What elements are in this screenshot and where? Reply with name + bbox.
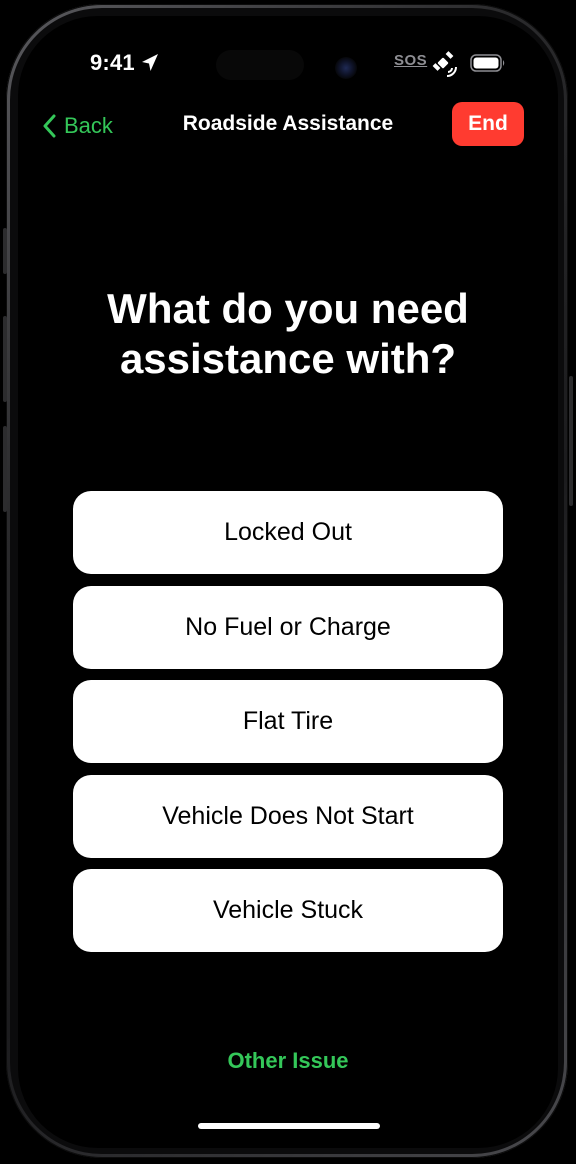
option-locked-out-button[interactable]: Locked Out <box>73 491 503 574</box>
location-arrow-icon <box>142 54 158 71</box>
assistance-options: Locked Out No Fuel or Charge Flat Tire V… <box>73 491 503 964</box>
other-issue-link[interactable]: Other Issue <box>138 1048 438 1074</box>
option-flat-tire-button[interactable]: Flat Tire <box>73 680 503 763</box>
volume-down-button <box>3 426 7 512</box>
sos-indicator: SOS <box>394 52 428 69</box>
phone-page: 9:41 SOS Back Roadside Assistance End Wh… <box>0 0 576 1164</box>
volume-up-button <box>3 316 7 402</box>
option-vehicle-does-not-start-button[interactable]: Vehicle Does Not Start <box>73 774 503 858</box>
satellite-icon <box>432 51 457 77</box>
question-heading: What do you need assistance with? <box>107 285 469 382</box>
dynamic-island <box>216 50 304 80</box>
power-button <box>569 376 573 506</box>
home-indicator[interactable] <box>198 1123 380 1129</box>
front-camera <box>335 57 357 79</box>
back-button[interactable]: Back <box>42 110 113 142</box>
action-button <box>3 228 7 274</box>
page-title: Roadside Assistance <box>182 112 394 135</box>
end-button[interactable]: End <box>452 102 524 146</box>
status-time: 9:41 <box>90 50 135 75</box>
back-button-label: Back <box>64 113 113 138</box>
screen: 9:41 SOS Back Roadside Assistance End Wh… <box>18 16 558 1148</box>
option-vehicle-stuck-button[interactable]: Vehicle Stuck <box>73 869 503 952</box>
chevron-left-icon <box>43 114 56 138</box>
battery-icon <box>470 54 505 72</box>
option-no-fuel-or-charge-button[interactable]: No Fuel or Charge <box>73 585 503 669</box>
